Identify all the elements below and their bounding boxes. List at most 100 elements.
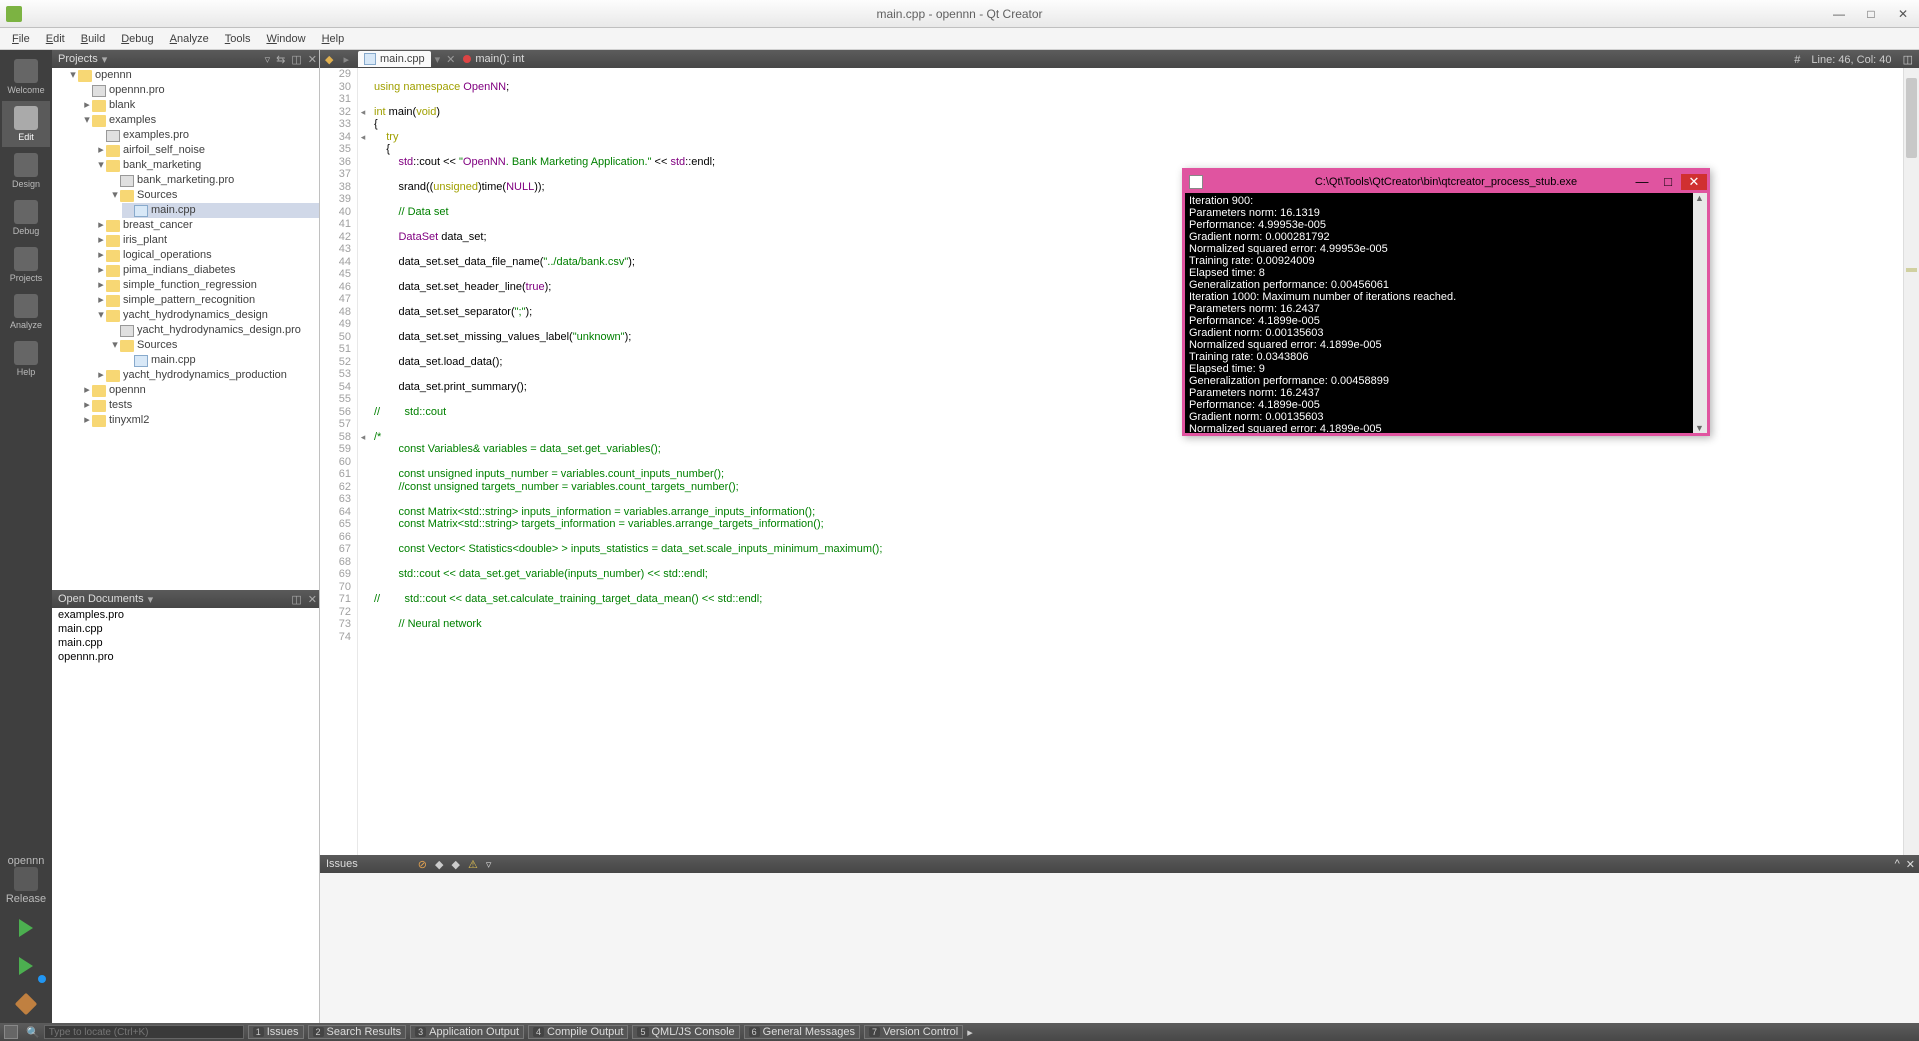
menu-analyze[interactable]: Analyze [162,31,217,47]
tree-item-main-cpp[interactable]: main.cpp [122,353,319,368]
menu-file[interactable]: File [4,31,38,47]
build-button[interactable] [8,989,44,1019]
next-icon[interactable]: ◆ [451,858,459,871]
tree-item-airfoil-self-noise[interactable]: ▸airfoil_self_noise [94,143,319,158]
split-icon[interactable]: ◫ [291,53,301,66]
nav-back-button[interactable]: ◆ [320,53,338,66]
minimize-button[interactable]: — [1823,4,1855,24]
menu-help[interactable]: Help [314,31,353,47]
twist-icon[interactable]: ▾ [82,113,92,128]
filter-icon[interactable]: ▿ [486,858,492,871]
tree-item-bank-marketing-pro[interactable]: bank_marketing.pro [108,173,319,188]
console-titlebar[interactable]: C:\Qt\Tools\QtCreator\bin\qtcreator_proc… [1185,171,1707,193]
twist-icon[interactable]: ▾ [110,338,120,353]
tree-item-breast-cancer[interactable]: ▸breast_cancer [94,218,319,233]
tree-item-yacht-hydrodynamics-production[interactable]: ▸yacht_hydrodynamics_production [94,368,319,383]
opendoc-main-cpp[interactable]: main.cpp [52,622,319,636]
twist-icon[interactable]: ▸ [96,293,106,308]
tree-item-opennn[interactable]: ▾opennn [66,68,319,83]
tree-item-tests[interactable]: ▸tests [80,398,319,413]
tree-item-bank-marketing[interactable]: ▾bank_marketing [94,158,319,173]
twist-icon[interactable]: ▸ [96,263,106,278]
output-tab-qml-js-console[interactable]: 5QML/JS Console [632,1025,739,1039]
mode-analyze[interactable]: Analyze [2,289,50,335]
debug-run-button[interactable] [8,951,44,981]
mode-welcome[interactable]: Welcome [2,54,50,100]
sidebar-toggle-icon[interactable]: # [1794,54,1800,66]
tree-item-yacht-hydrodynamics-design-pro[interactable]: yacht_hydrodynamics_design.pro [108,323,319,338]
mode-help[interactable]: Help [2,336,50,382]
tree-item-yacht-hydrodynamics-design[interactable]: ▾yacht_hydrodynamics_design [94,308,319,323]
symbol-selector[interactable]: main(): int [463,53,524,65]
maximize-button[interactable]: □ [1855,4,1887,24]
mode-projects[interactable]: Projects [2,242,50,288]
close-button[interactable]: ✕ [1887,4,1919,24]
twist-icon[interactable]: ▸ [82,398,92,413]
tree-item-examples[interactable]: ▾examples [80,113,319,128]
warning-icon[interactable]: ⚠ [468,858,478,871]
twist-icon[interactable]: ▸ [82,98,92,113]
output-tab-general-messages[interactable]: 6General Messages [744,1025,860,1039]
tree-item-tinyxml2[interactable]: ▸tinyxml2 [80,413,319,428]
tree-item-iris-plant[interactable]: ▸iris_plant [94,233,319,248]
twist-icon[interactable]: ▾ [68,68,78,83]
mode-design[interactable]: Design [2,148,50,194]
sync-icon[interactable]: ⇆ [276,53,285,66]
twist-icon[interactable]: ▸ [96,248,106,263]
nav-forward-button[interactable]: ▸ [338,53,354,66]
close-icon[interactable]: ✕ [308,593,317,606]
project-tree[interactable]: ▾opennnopennn.pro▸blank▾examplesexamples… [52,68,319,590]
code-editor[interactable]: 2930313233343536373839404142434445464748… [320,68,1919,855]
tree-item-sources[interactable]: ▾Sources [108,338,319,353]
output-tab-compile-output[interactable]: 4Compile Output [528,1025,628,1039]
mode-edit[interactable]: Edit [2,101,50,147]
split-icon[interactable]: ◫ [291,593,301,606]
menu-edit[interactable]: Edit [38,31,73,47]
tree-item-sources[interactable]: ▾Sources [108,188,319,203]
chevron-down-icon[interactable]: ▾ [435,53,441,66]
console-window[interactable]: C:\Qt\Tools\QtCreator\bin\qtcreator_proc… [1182,168,1710,436]
twist-icon[interactable]: ▸ [82,383,92,398]
mode-debug[interactable]: Debug [2,195,50,241]
fold-column[interactable]: ◂◂◂ [358,68,368,855]
twist-icon[interactable]: ▾ [110,188,120,203]
menu-build[interactable]: Build [73,31,113,47]
twist-icon[interactable]: ▸ [96,233,106,248]
close-icon[interactable]: ✕ [308,53,317,66]
filter-icon[interactable]: ▿ [265,53,271,66]
tree-item-simple-pattern-recognition[interactable]: ▸simple_pattern_recognition [94,293,319,308]
kit-selector[interactable]: opennn Release [2,851,50,909]
chevron-down-icon[interactable]: ▾ [102,53,108,66]
twist-icon[interactable]: ▸ [96,368,106,383]
tree-item-blank[interactable]: ▸blank [80,98,319,113]
twist-icon[interactable]: ▸ [96,143,106,158]
tree-item-opennn[interactable]: ▸opennn [80,383,319,398]
open-documents[interactable]: examples.promain.cppmain.cppopennn.pro [52,608,319,1023]
menu-window[interactable]: Window [258,31,313,47]
tree-item-simple-function-regression[interactable]: ▸simple_function_regression [94,278,319,293]
scrollbar-thumb[interactable] [1906,78,1917,158]
console-scrollbar[interactable] [1693,193,1707,433]
tab-close-button[interactable]: ✕ [446,53,455,66]
console-close-button[interactable]: ✕ [1681,174,1707,190]
editor-scrollbar[interactable] [1903,68,1919,855]
twist-icon[interactable]: ▸ [82,413,92,428]
tree-item-pima-indians-diabetes[interactable]: ▸pima_indians_diabetes [94,263,319,278]
output-tab-search-results[interactable]: 2Search Results [308,1025,407,1039]
opendoc-main-cpp[interactable]: main.cpp [52,636,319,650]
twist-icon[interactable]: ▾ [96,158,106,173]
more-outputs-button[interactable]: ▸ [967,1026,973,1039]
output-tab-issues[interactable]: 1Issues [248,1025,304,1039]
run-button[interactable] [8,913,44,943]
output-tab-application-output[interactable]: 3Application Output [410,1025,524,1039]
twist-icon[interactable]: ▾ [96,308,106,323]
tree-item-examples-pro[interactable]: examples.pro [94,128,319,143]
prev-icon[interactable]: ◆ [435,858,443,871]
menu-debug[interactable]: Debug [113,31,161,47]
close-icon[interactable]: ✕ [1906,858,1915,871]
console-maximize-button[interactable]: □ [1655,174,1681,190]
chevron-down-icon[interactable]: ▾ [148,593,154,606]
opendoc-examples-pro[interactable]: examples.pro [52,608,319,622]
locator-input[interactable] [44,1025,244,1039]
tree-item-logical-operations[interactable]: ▸logical_operations [94,248,319,263]
